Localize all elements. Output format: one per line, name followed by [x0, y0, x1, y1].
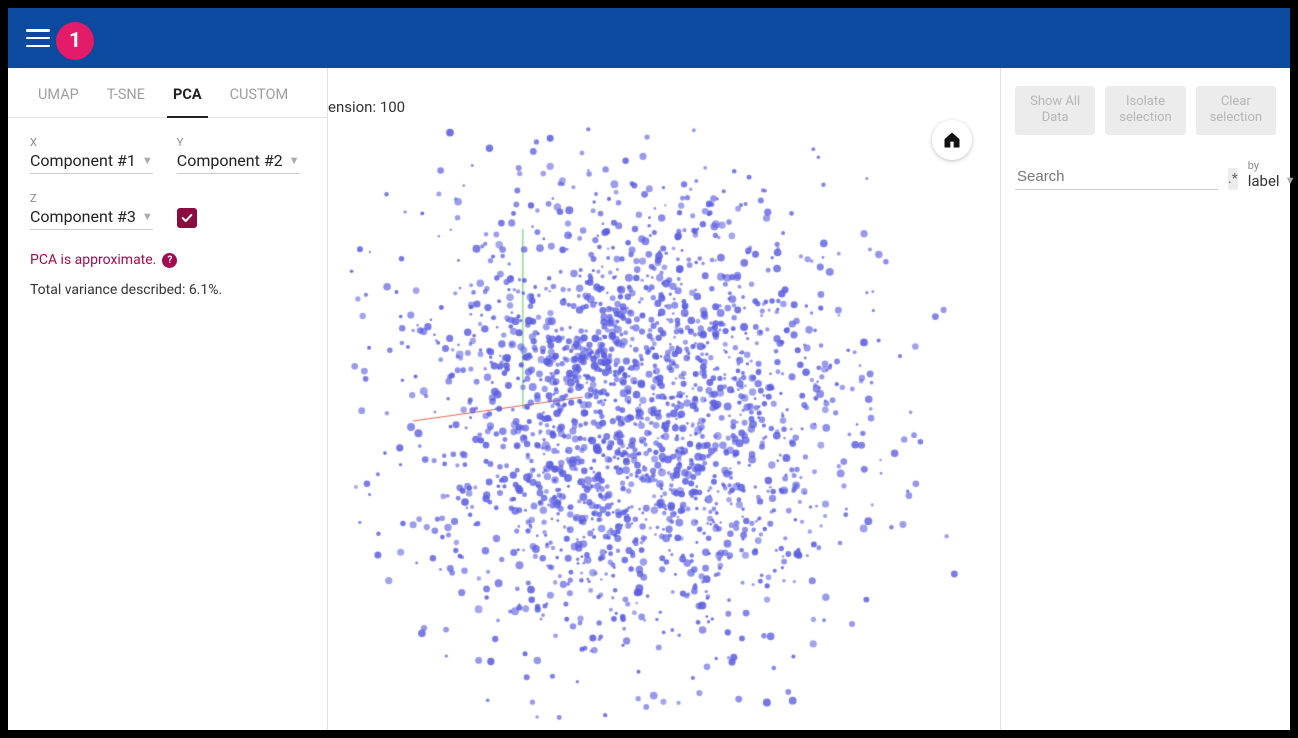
chevron-down-icon: ▼ — [142, 210, 153, 223]
z-axis-label: Z — [30, 192, 153, 205]
z-axis-control: Z Component #3 ▼ — [30, 192, 153, 230]
chevron-down-icon: ▼ — [142, 154, 153, 167]
scatter-canvas[interactable] — [328, 68, 1000, 730]
search-by-label: by — [1248, 159, 1298, 172]
x-axis-select[interactable]: Component #1 ▼ — [30, 151, 153, 174]
app-root: 1 UMAP T-SNE PCA CUSTOM X Component #1 ▼ — [8, 8, 1290, 730]
tab-umap[interactable]: UMAP — [24, 68, 93, 117]
right-panel: Show All Data Isolate selection Clear se… — [1000, 68, 1290, 730]
show-all-data-button[interactable]: Show All Data — [1015, 86, 1095, 135]
x-axis-control: X Component #1 ▼ — [30, 136, 153, 174]
y-axis-value: Component #2 — [177, 151, 283, 170]
help-icon[interactable]: ? — [162, 253, 177, 268]
top-bar: 1 — [8, 8, 1290, 68]
pca-approximate-note: PCA is approximate. ? — [30, 252, 305, 268]
step-badge: 1 — [56, 22, 94, 60]
isolate-selection-button[interactable]: Isolate selection — [1105, 86, 1185, 135]
y-axis-control: Y Component #2 ▼ — [177, 136, 300, 174]
check-icon — [180, 211, 194, 225]
projection-tabs: UMAP T-SNE PCA CUSTOM — [8, 68, 327, 118]
pca-controls: X Component #1 ▼ Y Component #2 ▼ — [8, 118, 327, 316]
chevron-down-icon: ▼ — [1285, 174, 1296, 187]
search-by-select[interactable]: label ▼ — [1248, 172, 1298, 190]
z-axis-value: Component #3 — [30, 207, 136, 226]
pca-approximate-text: PCA is approximate. — [30, 252, 156, 268]
left-panel: UMAP T-SNE PCA CUSTOM X Component #1 ▼ Y — [8, 68, 328, 730]
tab-pca[interactable]: PCA — [159, 68, 216, 117]
y-axis-label: Y — [177, 136, 300, 149]
variance-text: Total variance described: 6.1%. — [30, 282, 305, 298]
x-axis-value: Component #1 — [30, 151, 136, 170]
clear-selection-button[interactable]: Clear selection — [1196, 86, 1276, 135]
search-by-value: label — [1248, 172, 1280, 190]
regex-toggle[interactable]: .* — [1228, 168, 1238, 190]
search-input[interactable] — [1015, 164, 1218, 190]
tab-custom[interactable]: CUSTOM — [216, 68, 303, 117]
tab-tsne[interactable]: T-SNE — [93, 68, 159, 117]
visualization-pane[interactable]: ension: 100 — [328, 68, 1000, 730]
search-row: .* by label ▼ — [1015, 159, 1276, 190]
search-by-control: by label ▼ — [1248, 159, 1298, 190]
main-row: UMAP T-SNE PCA CUSTOM X Component #1 ▼ Y — [8, 68, 1290, 730]
chevron-down-icon: ▼ — [289, 154, 300, 167]
selection-buttons: Show All Data Isolate selection Clear se… — [1015, 86, 1276, 135]
x-axis-label: X — [30, 136, 153, 149]
menu-icon[interactable] — [26, 29, 50, 47]
z-enable-checkbox[interactable] — [177, 208, 197, 228]
y-axis-select[interactable]: Component #2 ▼ — [177, 151, 300, 174]
z-axis-select[interactable]: Component #3 ▼ — [30, 207, 153, 230]
